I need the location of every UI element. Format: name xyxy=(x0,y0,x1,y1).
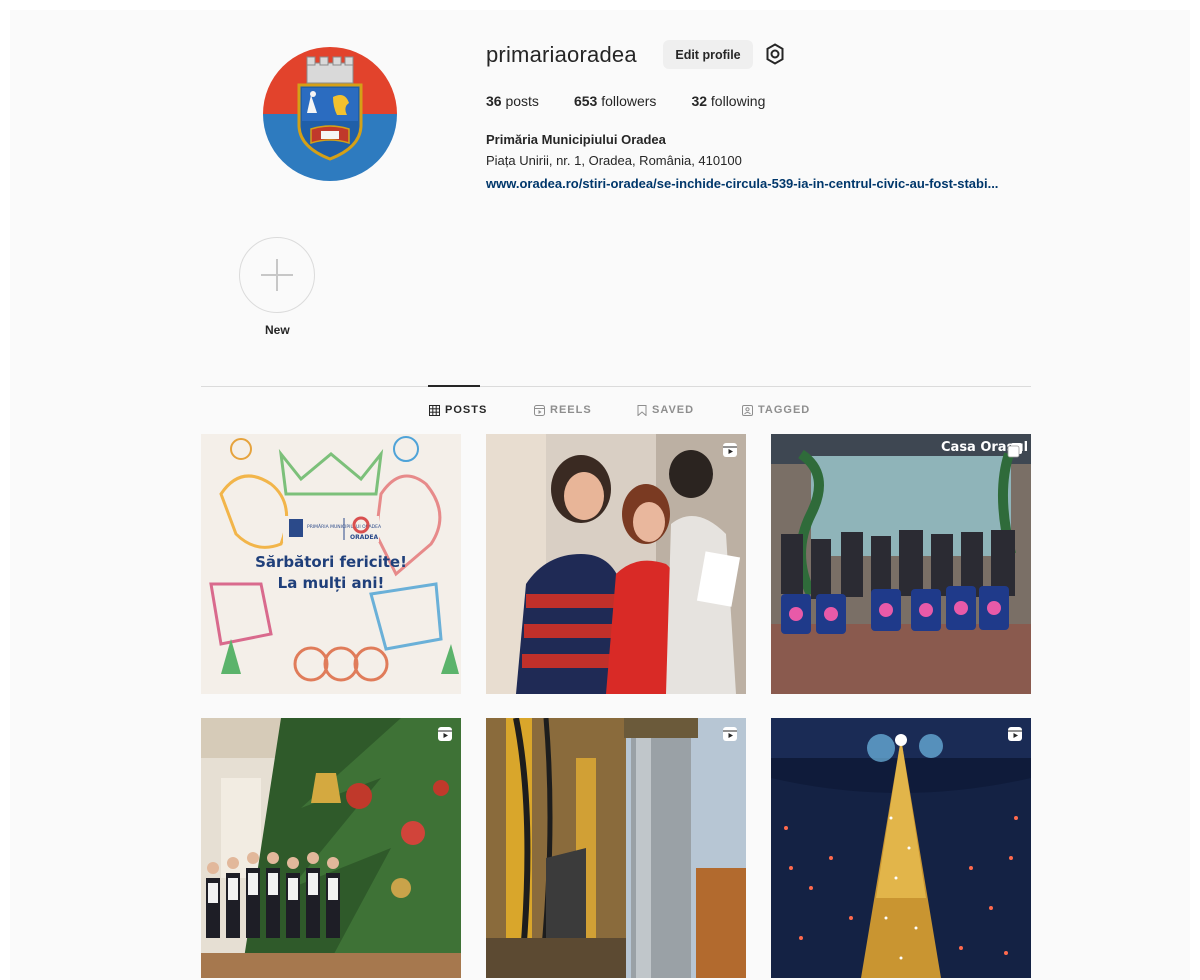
reel-badge-icon xyxy=(1008,727,1022,741)
post-caption-line1: Sărbători fericite! xyxy=(255,553,407,571)
tab-reels[interactable]: REELS xyxy=(534,404,592,416)
profile-link[interactable]: www.oradea.ro/stiri-oradea/se-inchide-ci… xyxy=(486,176,998,191)
post-tile[interactable] xyxy=(771,718,1031,978)
tabs-divider xyxy=(201,386,1031,387)
plus-icon xyxy=(261,259,293,291)
followers-count[interactable]: 653 followers xyxy=(574,93,657,109)
post-logo-text: ORADEA xyxy=(350,534,378,541)
carousel-badge-icon xyxy=(1007,443,1022,458)
post-tile[interactable] xyxy=(486,718,746,978)
new-highlight-button[interactable] xyxy=(239,237,315,313)
reel-badge-icon xyxy=(438,727,452,741)
reel-badge-icon xyxy=(723,443,737,457)
new-highlight-label: New xyxy=(265,323,290,337)
tab-tagged[interactable]: TAGGED xyxy=(742,404,810,416)
post-tile[interactable] xyxy=(486,434,746,694)
following-count[interactable]: 32 following xyxy=(691,93,765,109)
post-caption-line2: La mulți ani! xyxy=(278,574,385,592)
profile-full-name: Primăria Municipiului Oradea xyxy=(486,132,666,147)
post-tile[interactable] xyxy=(201,718,461,978)
posts-count: 36 posts xyxy=(486,93,539,109)
profile-username: primariaoradea xyxy=(486,42,637,67)
post-tile[interactable]: Casa Orașul xyxy=(771,434,1031,694)
reel-badge-icon xyxy=(723,727,737,741)
settings-gear-icon[interactable] xyxy=(763,42,787,66)
profile-address: Piața Unirii, nr. 1, Oradea, România, 41… xyxy=(486,153,742,168)
post-tile[interactable]: PRIMĂRIA MUNICIPIULUI ORADEA ORADEA Sărb… xyxy=(201,434,461,694)
bookmark-icon xyxy=(637,404,647,416)
edit-profile-button[interactable]: Edit profile xyxy=(663,40,753,69)
tab-posts[interactable]: POSTS xyxy=(429,404,487,416)
tag-icon xyxy=(742,404,753,416)
reels-icon xyxy=(534,404,545,416)
profile-avatar[interactable] xyxy=(263,47,397,181)
active-tab-indicator xyxy=(428,385,480,387)
grid-icon xyxy=(429,404,440,416)
tab-saved[interactable]: SAVED xyxy=(637,404,694,416)
profile-stats: 36 posts 653 followers 32 following xyxy=(486,93,765,109)
